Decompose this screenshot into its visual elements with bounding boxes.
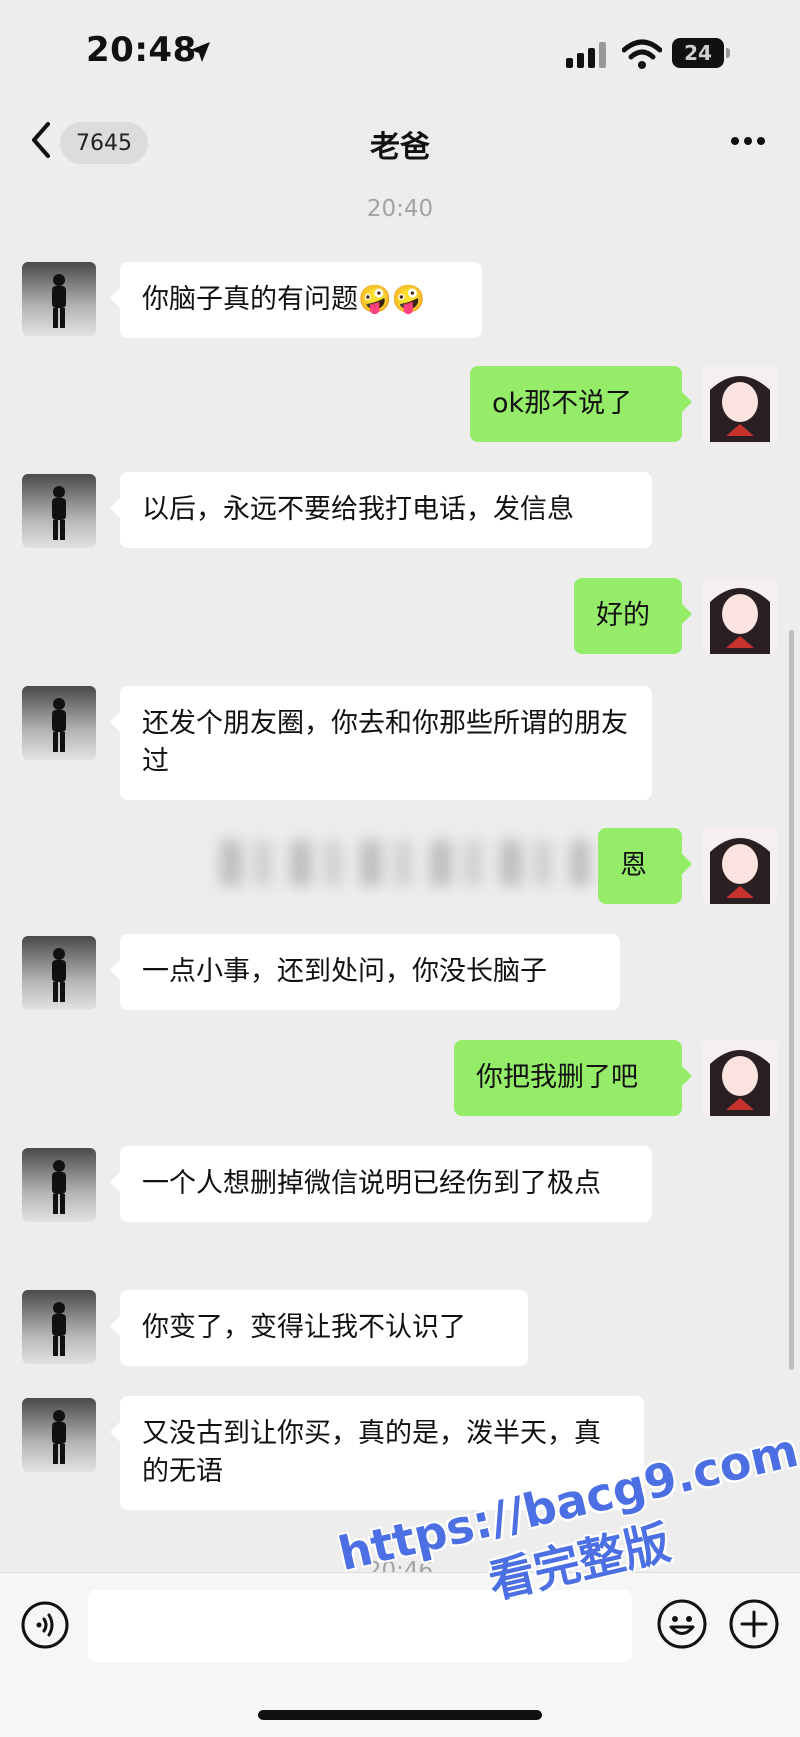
location-arrow-icon (190, 42, 210, 62)
status-bar: 20:48 24 (0, 0, 800, 100)
plus-icon[interactable] (728, 1598, 780, 1650)
message-bubble-incoming[interactable]: 你变了，变得让我不认识了 (110, 1290, 528, 1366)
message-input[interactable] (88, 1590, 632, 1662)
message-bubble-outgoing[interactable]: ok那不说了 (470, 366, 692, 442)
message-bubble-outgoing[interactable]: 恩 (598, 828, 692, 904)
voice-icon[interactable] (20, 1600, 70, 1650)
anime-girl-avatar-icon (710, 588, 770, 654)
person-avatar-icon (52, 1302, 66, 1356)
person-avatar-icon (52, 1410, 66, 1464)
message-bubble-incoming[interactable]: 一个人想删掉微信说明已经伤到了极点 (110, 1146, 652, 1222)
anime-girl-avatar-icon (710, 1050, 770, 1116)
person-avatar-icon (52, 698, 66, 752)
avatar[interactable] (22, 1290, 96, 1364)
person-avatar-icon (52, 948, 66, 1002)
chevron-left-icon[interactable] (28, 120, 54, 160)
battery-indicator: 24 (672, 38, 730, 68)
battery-level: 24 (684, 41, 712, 65)
signal-icon (566, 42, 606, 68)
avatar[interactable] (702, 1040, 778, 1116)
emoji-icon[interactable] (656, 1598, 708, 1650)
person-avatar-icon (52, 274, 66, 328)
avatar[interactable] (22, 262, 96, 336)
person-avatar-icon (52, 486, 66, 540)
home-indicator (258, 1710, 542, 1720)
person-avatar-icon (52, 1160, 66, 1214)
message-bubble-incoming[interactable]: 又没古到让你买，真的是，泼半天，真的无语 (110, 1396, 644, 1510)
scrollbar[interactable] (789, 630, 794, 1370)
more-dots-icon[interactable] (730, 136, 766, 146)
message-bubble-incoming[interactable]: 还发个朋友圈，你去和你那些所谓的朋友过 (110, 686, 652, 800)
anime-girl-avatar-icon (710, 376, 770, 442)
unread-count-badge[interactable]: 7645 (60, 122, 148, 164)
message-bubble-incoming[interactable]: 你脑子真的有问题🤪🤪 (110, 262, 482, 338)
message-bubble-outgoing[interactable]: 你把我删了吧 (454, 1040, 692, 1116)
message-bubble-incoming[interactable]: 以后，永远不要给我打电话，发信息 (110, 472, 652, 548)
anime-girl-avatar-icon (710, 838, 770, 904)
avatar[interactable] (22, 686, 96, 760)
wifi-icon (622, 39, 662, 69)
avatar[interactable] (22, 1398, 96, 1472)
blurred-recalled-notice (220, 840, 590, 886)
message-bubble-incoming[interactable]: 一点小事，还到处问，你没长脑子 (110, 934, 620, 1010)
avatar[interactable] (702, 828, 778, 904)
avatar[interactable] (22, 936, 96, 1010)
avatar[interactable] (702, 578, 778, 654)
timestamp: 20:40 (366, 196, 434, 222)
message-bubble-outgoing[interactable]: 好的 (574, 578, 692, 654)
chat-title: 老爸 (370, 130, 430, 165)
avatar[interactable] (22, 474, 96, 548)
avatar[interactable] (22, 1148, 96, 1222)
status-time: 20:48 (86, 30, 197, 70)
avatar[interactable] (702, 366, 778, 442)
